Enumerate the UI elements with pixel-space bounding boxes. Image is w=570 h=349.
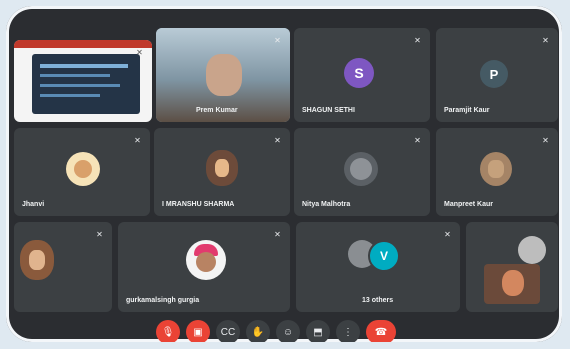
end-call-icon[interactable]: ☎ [366,320,396,342]
avatar [480,152,512,186]
participant-tile-nitya-malhotra[interactable]: Nitya Malhotra ✕ [294,128,430,216]
avatar [206,150,238,186]
participant-name: 13 others [362,297,394,304]
avatar [344,152,378,186]
mic-muted-icon: ✕ [136,48,143,57]
mic-muted-icon: ✕ [96,230,103,239]
participant-tile-shagun-sethi[interactable]: S SHAGUN SETHI ✕ [294,28,430,122]
participant-name: Paramjit Kaur [444,107,490,114]
avatar [518,236,546,264]
shared-slide-image [32,54,140,114]
participant-tile-i-mranshu-sharma[interactable]: I MRANSHU SHARMA ✕ [154,128,290,216]
mic-muted-icon: ✕ [134,136,141,145]
present-icon[interactable]: ⬒ [306,320,330,342]
self-video [484,264,540,304]
participant-tile-screen-share[interactable]: ✕ [14,40,152,122]
mic-muted-icon: ✕ [274,230,281,239]
emoji-icon[interactable]: ☺ [276,320,300,342]
mic-off-icon[interactable]: 🎙 [156,320,180,342]
slide-header-bar [14,40,152,48]
participant-name: Manpreet Kaur [444,201,494,208]
participant-name: Prem Kumar [196,107,238,114]
participant-tile-self-view[interactable] [466,222,558,312]
captions-icon[interactable]: CC [216,320,240,342]
avatar: S [344,58,374,88]
participant-face [206,54,242,96]
camera-off-icon[interactable]: ▣ [186,320,210,342]
raise-hand-icon[interactable]: ✋ [246,320,270,342]
mic-muted-icon: ✕ [542,136,549,145]
participant-tile-others[interactable]: V 13 others ✕ [296,222,460,312]
participant-name: Jhanvi [22,201,45,208]
participant-tile-paramjit-kaur[interactable]: P Paramjit Kaur ✕ [436,28,558,122]
more-options-icon[interactable]: ⋮ [336,320,360,342]
participant-tile-prem-kumar[interactable]: Prem Kumar ✕ [156,28,290,122]
mic-muted-icon: ✕ [444,230,451,239]
mic-muted-icon: ✕ [542,36,549,45]
participant-name: SHAGUN SETHI [302,107,355,114]
mic-muted-icon: ✕ [414,136,421,145]
mic-muted-icon: ✕ [274,136,281,145]
avatar [186,240,226,280]
participant-tile-jhanvi[interactable]: Jhanvi ✕ [14,128,150,216]
mic-muted-icon: ✕ [414,36,421,45]
participant-tile-gurkamalsingh[interactable]: gurkamalsingh gurgia ✕ [118,222,290,312]
call-controls: 🎙 ▣ CC ✋ ☺ ⬒ ⋮ ☎ [156,320,396,342]
meeting-window: ✕ Prem Kumar ✕ S SHAGUN SETHI ✕ P Paramj… [6,6,562,342]
participant-tile-unnamed[interactable]: ✕ [14,222,112,312]
mic-muted-icon: ✕ [274,36,281,45]
participant-name: Nitya Malhotra [302,201,351,208]
avatar: P [480,60,508,88]
participant-name: I MRANSHU SHARMA [162,201,235,208]
participant-name: gurkamalsingh gurgia [126,297,200,304]
avatar [20,240,54,280]
participant-tile-manpreet-kaur[interactable]: Manpreet Kaur ✕ [436,128,558,216]
avatar: V [368,240,400,272]
avatar [66,152,100,186]
